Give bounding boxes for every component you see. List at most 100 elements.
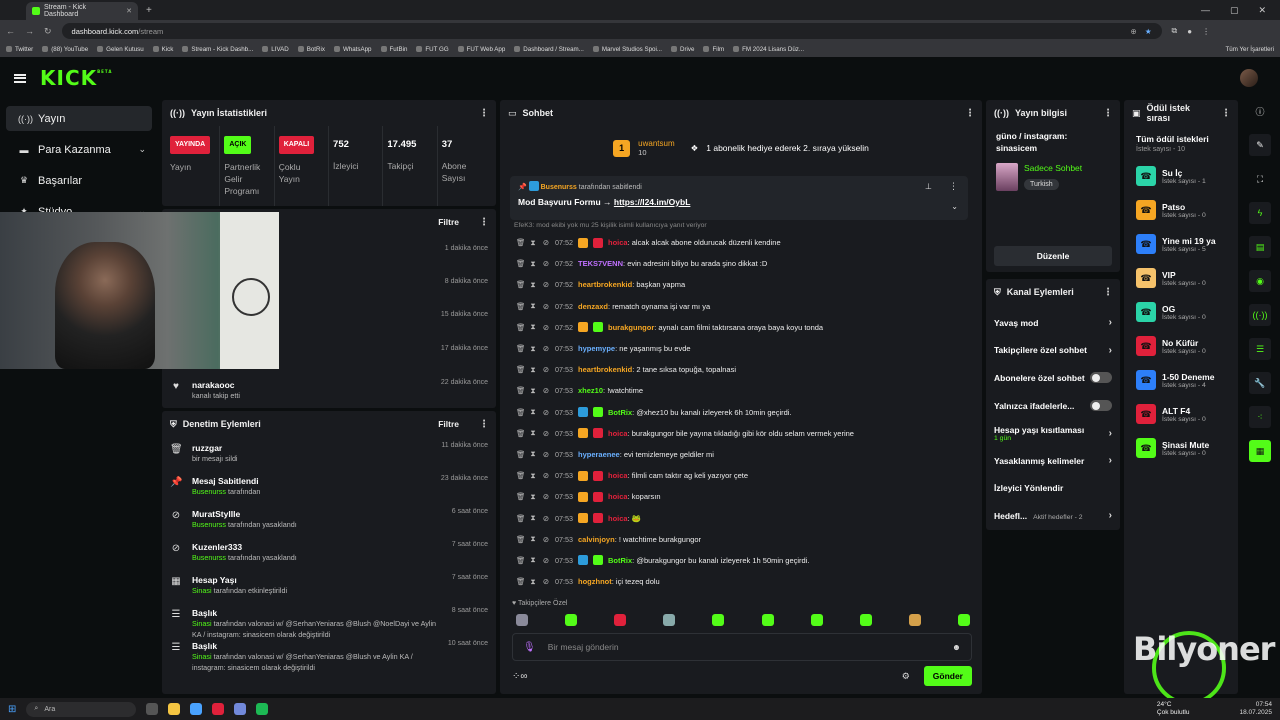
unpin-icon[interactable]: ⊥ [925,182,932,191]
bookmark-item[interactable]: Film [703,46,724,53]
app-icon[interactable] [212,703,225,715]
chat-message[interactable]: 🗑 ⧗ ⊘ 07:53 heartbrokenkid: 2 tane sıksa top… [500,359,982,380]
file-explorer-icon[interactable] [168,703,181,715]
chat-message[interactable]: 🗑 ⧗ ⊘ 07:52 denzaxd: rematch oynama işi var … [500,296,982,317]
delete-icon[interactable]: 🗑 [516,365,526,374]
emote-icon[interactable] [761,614,774,626]
filter-button[interactable]: Filtre [438,217,459,227]
chat-message[interactable]: 🗑 ⧗ ⊘ 07:52 TEKS7VENN: evin adresini biliyo … [500,253,982,274]
emote-icon[interactable] [859,614,872,626]
chat-message[interactable]: 🗑 ⧗ ⊘ 07:53 BotRix: @xhez10 bu kanalı izleye… [500,402,982,423]
profile-icon[interactable]: ● [1187,27,1192,36]
kick-logo[interactable]: KICKBETA [40,66,112,90]
emoji-icon[interactable]: ☻ [952,642,961,652]
ban-icon[interactable]: ⊘ [542,365,550,374]
url-field[interactable]: dashboard.kick.com/stream ⊕ ★ [61,23,1162,39]
delete-icon[interactable]: 🗑 [516,323,526,332]
moderator-name[interactable]: Sinasi [192,586,212,595]
bookmark-item[interactable]: Kick [153,46,174,53]
chat-bubble-icon[interactable]: ◉ [1249,270,1271,292]
chat-message[interactable]: 🗑 ⧗ ⊘ 07:53 hoica: koparsın [500,486,982,507]
timeout-icon[interactable]: ⧗ [529,534,537,544]
bookmark-item[interactable]: LIVAD [262,46,288,53]
chat-input[interactable]: 🎙 Bir mesaj gönderin ☻ [512,633,972,661]
close-window-icon[interactable]: ✕ [1258,5,1266,16]
message-username[interactable]: hyperaenee [578,450,620,459]
reward-item[interactable]: ☎ No Küfür İstek sayısı - 0 [1124,329,1238,363]
ban-icon[interactable]: ⊘ [542,238,550,247]
reward-item[interactable]: ☎ 1-50 Deneme İstek sayısı - 4 [1124,363,1238,397]
reward-item[interactable]: ☎ Yine mi 19 ya İstek sayısı - 5 [1124,227,1238,261]
chrome-icon[interactable] [190,703,203,715]
timeout-icon[interactable]: ⧗ [529,386,537,396]
toggle-switch[interactable] [1090,372,1112,384]
delete-icon[interactable]: 🗑 [516,302,526,311]
channel-action-item[interactable]: Abonelere özel sohbet [986,364,1120,392]
timeout-icon[interactable]: ⧗ [529,449,537,459]
notes-icon[interactable]: ▤ [1249,236,1271,258]
message-username[interactable]: hoica [608,429,628,438]
bookmark-star-icon[interactable]: ★ [1145,27,1152,36]
toggle-switch[interactable] [1090,400,1112,412]
info-icon[interactable]: ⓘ [1249,100,1271,122]
gifter-name[interactable]: uwantsum [638,139,674,149]
reload-icon[interactable]: ↻ [44,26,52,37]
channel-action-item[interactable]: Yavaş mod › [986,309,1120,337]
ban-icon[interactable]: ⊘ [542,323,550,332]
ban-icon[interactable]: ⊘ [542,302,550,311]
channel-action-item[interactable]: Hedefl... Aktif hedefler - 2 › [986,502,1120,530]
edit-pencil-icon[interactable]: ✎ [1249,134,1271,156]
emote-icon[interactable] [614,614,627,626]
task-view-icon[interactable] [146,703,159,715]
reward-item[interactable]: ☎ Su İç İstek sayısı - 1 [1124,159,1238,193]
bookmark-item[interactable]: FUT GG [416,46,448,53]
message-username[interactable]: hoica [608,514,628,523]
message-username[interactable]: xhez10 [578,386,603,395]
chat-message[interactable]: 🗑 ⧗ ⊘ 07:52 heartbrokenkid: başkan yapma [500,274,982,295]
moderator-name[interactable]: Sinasi [192,619,212,628]
emote-icon[interactable] [712,614,725,626]
ban-icon[interactable]: ⊘ [542,492,550,501]
gear-icon[interactable]: ⚙ [902,671,910,682]
delete-icon[interactable]: 🗑 [516,408,526,417]
ban-icon[interactable]: ⊘ [542,429,550,438]
reward-item[interactable]: ☎ VIP İstek sayısı - 0 [1124,261,1238,295]
ban-icon[interactable]: ⊘ [542,471,550,480]
timeout-icon[interactable]: ⧗ [529,322,537,332]
chat-message[interactable]: 🗑 ⧗ ⊘ 07:52 burakgungor: aynalı cam filmi ta… [500,317,982,338]
delete-icon[interactable]: 🗑 [516,492,526,501]
more-options-icon[interactable]: ⋮ [479,419,489,430]
message-username[interactable]: hypemype [578,344,615,353]
bookmark-item[interactable]: Twitter [6,46,33,53]
bookmark-item[interactable]: Gelen Kutusu [97,46,144,53]
ban-icon[interactable]: ⊘ [542,280,550,289]
timeout-icon[interactable]: ⧗ [529,428,537,438]
windows-start-icon[interactable]: ⊞ [8,704,16,715]
reward-item[interactable]: ☎ Şinasi Mute İstek sayısı - 0 [1124,431,1238,465]
all-bookmarks[interactable]: Tüm Yer İşaretleri [1226,46,1275,53]
delete-icon[interactable]: 🗑 [516,280,526,289]
chat-message[interactable]: 🗑 ⧗ ⊘ 07:53 hoica: filmli cam taktır ag keli… [500,465,982,486]
browser-tab[interactable]: Stream - Kick Dashboard ✕ [26,2,138,20]
delete-icon[interactable]: 🗑 [516,556,526,565]
more-options-icon[interactable]: ⋮ [479,108,489,119]
chat-message[interactable]: 🗑 ⧗ ⊘ 07:53 hoica: 🐸 [500,507,982,528]
moderator-name[interactable]: Busenurss [192,487,226,496]
more-options-icon[interactable]: ⋮ [1103,108,1113,119]
chat-message[interactable]: 🗑 ⧗ ⊘ 07:53 BotRix: @burakgungor bu kanalı i… [500,550,982,571]
message-username[interactable]: heartbrokenkid [578,365,632,374]
pinned-message[interactable]: 📌 Busenurss tarafından sabitlendi Mod Ba… [510,176,968,220]
nav-item-yayin[interactable]: ((·)) Yayın [6,106,152,131]
more-options-icon[interactable]: ⋮ [965,108,975,119]
ban-icon[interactable]: ⊘ [542,344,550,353]
user-avatar[interactable] [1240,69,1258,87]
message-username[interactable]: burakgungor [608,323,654,332]
timeout-icon[interactable]: ⧗ [529,365,537,375]
bookmark-item[interactable]: WhatsApp [334,46,372,53]
channel-action-item[interactable]: İzleyici Yönlendir [986,475,1120,503]
pinned-link[interactable]: https://l24.im/OybL [614,197,691,207]
chat-message[interactable]: 🗑 ⧗ ⊘ 07:53 hoica: burakgungor bile yayına t… [500,423,982,444]
more-options-icon[interactable]: ⋮ [949,181,958,192]
reward-item[interactable]: ☎ OG İstek sayısı - 0 [1124,295,1238,329]
timeout-icon[interactable]: ⧗ [529,555,537,565]
